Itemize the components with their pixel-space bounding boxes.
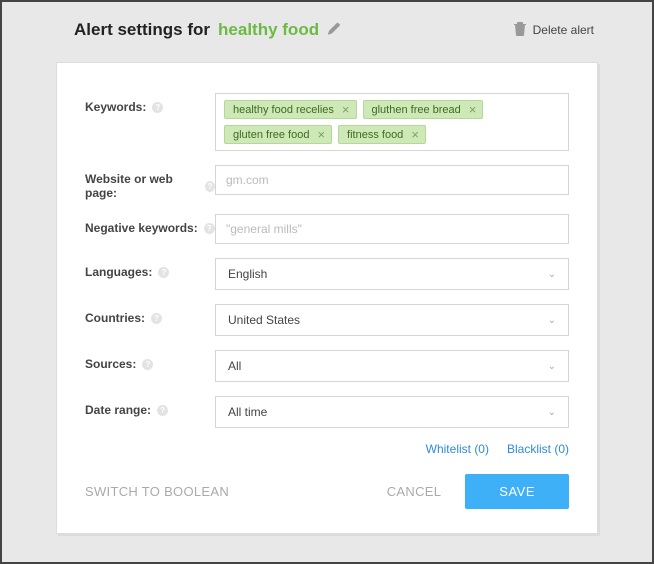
label-text: Website or web page: [85,172,199,200]
keyword-tag: gluthen free bread × [363,100,484,119]
negative-keywords-input[interactable] [215,214,569,244]
label-text: Date range: [85,403,151,417]
select-value: English [228,267,267,281]
settings-panel: Keywords: ? healthy food recelies×gluthe… [56,62,598,534]
keyword-tag: gluten free food × [224,125,332,144]
chevron-down-icon: ⌄ [548,269,556,280]
label-text: Countries: [85,311,145,325]
select-value: All [228,359,241,373]
countries-select[interactable]: United States ⌄ [215,304,569,336]
label-text: Negative keywords: [85,221,198,235]
keyword-tag-label: gluthen free bread [372,104,461,116]
countries-label: Countries: ? [85,304,215,325]
website-label: Website or web page: ? [85,165,215,200]
website-input[interactable] [215,165,569,195]
help-icon[interactable]: ? [205,181,215,192]
trash-icon [514,22,526,39]
chevron-down-icon: ⌄ [548,361,556,372]
page-title: Alert settings for healthy food [74,20,341,40]
keywords-input[interactable]: healthy food recelies×gluthen free bread… [215,93,569,151]
app-frame: Alert settings for healthy food Delete a… [0,0,654,564]
remove-tag-icon[interactable]: × [315,128,327,141]
title-prefix: Alert settings for [74,20,210,40]
alert-name[interactable]: healthy food [218,20,319,40]
whitelist-link[interactable]: Whitelist (0) [426,442,489,456]
daterange-row: Date range: ? All time ⌄ [85,396,569,428]
sources-select[interactable]: All ⌄ [215,350,569,382]
select-value: United States [228,313,300,327]
keyword-tag-label: fitness food [347,129,403,141]
chevron-down-icon: ⌄ [548,407,556,418]
help-icon[interactable]: ? [152,102,163,113]
help-icon[interactable]: ? [158,267,169,278]
help-icon[interactable]: ? [151,313,162,324]
languages-row: Languages: ? English ⌄ [85,258,569,290]
delete-alert-button[interactable]: Delete alert [514,22,594,39]
help-icon[interactable]: ? [204,223,215,234]
remove-tag-icon[interactable]: × [340,103,352,116]
languages-select[interactable]: English ⌄ [215,258,569,290]
select-value: All time [228,405,267,419]
edit-icon[interactable] [327,22,341,39]
languages-label: Languages: ? [85,258,215,279]
negative-label: Negative keywords: ? [85,214,215,235]
label-text: Sources: [85,357,136,371]
help-icon[interactable]: ? [142,359,153,370]
cancel-button[interactable]: CANCEL [373,474,456,509]
delete-alert-label: Delete alert [533,23,594,37]
keyword-tag-label: gluten free food [233,129,309,141]
sources-row: Sources: ? All ⌄ [85,350,569,382]
negative-row: Negative keywords: ? [85,214,569,244]
keywords-label: Keywords: ? [85,93,215,114]
website-row: Website or web page: ? [85,165,569,200]
countries-row: Countries: ? United States ⌄ [85,304,569,336]
chevron-down-icon: ⌄ [548,315,556,326]
daterange-label: Date range: ? [85,396,215,417]
keyword-tag: healthy food recelies × [224,100,357,119]
remove-tag-icon[interactable]: × [467,103,479,116]
footer: SWITCH TO BOOLEAN CANCEL SAVE [85,474,569,509]
footer-buttons: CANCEL SAVE [373,474,569,509]
label-text: Languages: [85,265,152,279]
header: Alert settings for healthy food Delete a… [2,2,652,50]
switch-to-boolean-button[interactable]: SWITCH TO BOOLEAN [85,484,229,499]
keywords-row: Keywords: ? healthy food recelies×gluthe… [85,93,569,151]
daterange-select[interactable]: All time ⌄ [215,396,569,428]
help-icon[interactable]: ? [157,405,168,416]
blacklist-link[interactable]: Blacklist (0) [507,442,569,456]
keyword-tag-label: healthy food recelies [233,104,334,116]
list-links: Whitelist (0) Blacklist (0) [85,442,569,456]
keyword-tag: fitness food × [338,125,426,144]
sources-label: Sources: ? [85,350,215,371]
save-button[interactable]: SAVE [465,474,569,509]
remove-tag-icon[interactable]: × [409,128,421,141]
label-text: Keywords: [85,100,146,114]
